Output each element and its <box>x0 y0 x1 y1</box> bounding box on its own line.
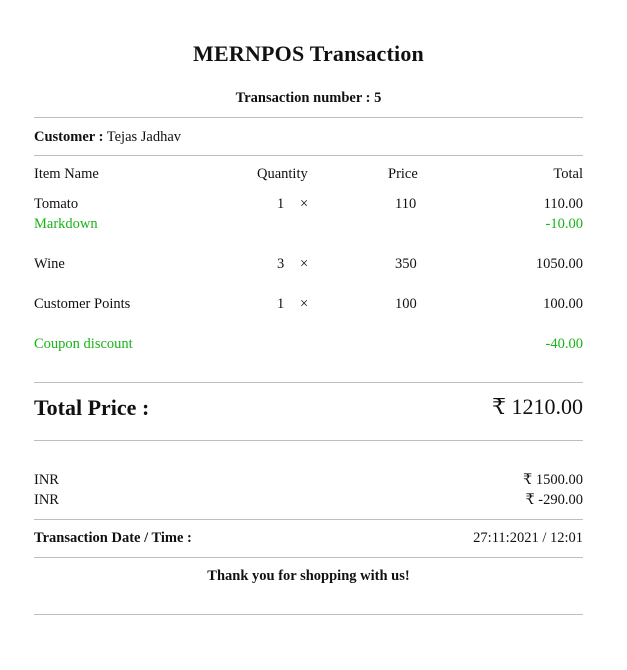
total-price-label: Total Price : <box>34 395 150 420</box>
transaction-number: Transaction number : 5 <box>235 90 382 106</box>
item-quantity: 3 <box>277 256 285 272</box>
markdown-line: Markdown -10.00 <box>34 216 583 234</box>
item-total: 110.00 <box>543 196 583 212</box>
divider <box>34 557 583 558</box>
coupon-label: Coupon discount <box>34 336 133 352</box>
transaction-datetime-label: Transaction Date / Time : <box>34 530 192 546</box>
payment-row: INR ₹ -290.00 <box>34 492 583 510</box>
column-header-item-name: Item Name <box>34 166 99 182</box>
line-item: Wine 3 × 350 1050.00 <box>34 256 583 274</box>
item-price: 110 <box>395 196 417 212</box>
item-total: 1050.00 <box>535 256 583 272</box>
payment-amount: ₹ -290.00 <box>525 492 583 508</box>
customer-label: Customer : <box>34 129 104 145</box>
multiply-sign: × <box>300 296 309 312</box>
thank-you-message: Thank you for shopping with us! <box>207 568 410 584</box>
item-price: 350 <box>395 256 417 272</box>
divider <box>34 519 583 520</box>
item-name: Customer Points <box>34 296 131 312</box>
item-name: Tomato <box>34 196 79 212</box>
divider <box>34 614 583 615</box>
page-title: MERNPOS Transaction <box>193 41 424 66</box>
divider <box>34 155 583 156</box>
item-total: 100.00 <box>543 296 583 312</box>
customer-name: Tejas Jadhav <box>106 129 182 145</box>
markdown-label: Markdown <box>34 216 98 232</box>
column-header-quantity: Quantity <box>257 166 308 182</box>
column-header-total: Total <box>553 166 583 182</box>
coupon-line: Coupon discount -40.00 <box>34 336 583 354</box>
divider <box>34 382 583 383</box>
payment-currency: INR <box>34 492 59 508</box>
customer-line: Customer : Tejas Jadhav <box>34 129 181 146</box>
payment-amount: ₹ 1500.00 <box>523 472 583 488</box>
line-item: Customer Points 1 × 100 100.00 <box>34 296 583 314</box>
payment-row: INR ₹ 1500.00 <box>34 472 583 490</box>
line-item: Tomato 1 × 110 110.00 <box>34 196 583 214</box>
payment-currency: INR <box>34 472 59 488</box>
column-header-price: Price <box>388 166 418 182</box>
item-quantity: 1 <box>277 196 285 212</box>
item-quantity: 1 <box>277 296 285 312</box>
coupon-value: -40.00 <box>545 336 583 352</box>
transaction-datetime-value: 27:11:2021 / 12:01 <box>473 530 583 546</box>
item-price: 100 <box>395 296 417 312</box>
divider <box>34 440 583 441</box>
total-price-value: ₹ 1210.00 <box>492 394 583 419</box>
item-name: Wine <box>34 256 65 272</box>
column-headers: Item Name Quantity Price Total <box>34 166 583 184</box>
multiply-sign: × <box>300 256 309 272</box>
multiply-sign: × <box>300 196 309 212</box>
divider <box>34 117 583 118</box>
markdown-value: -10.00 <box>545 216 583 232</box>
